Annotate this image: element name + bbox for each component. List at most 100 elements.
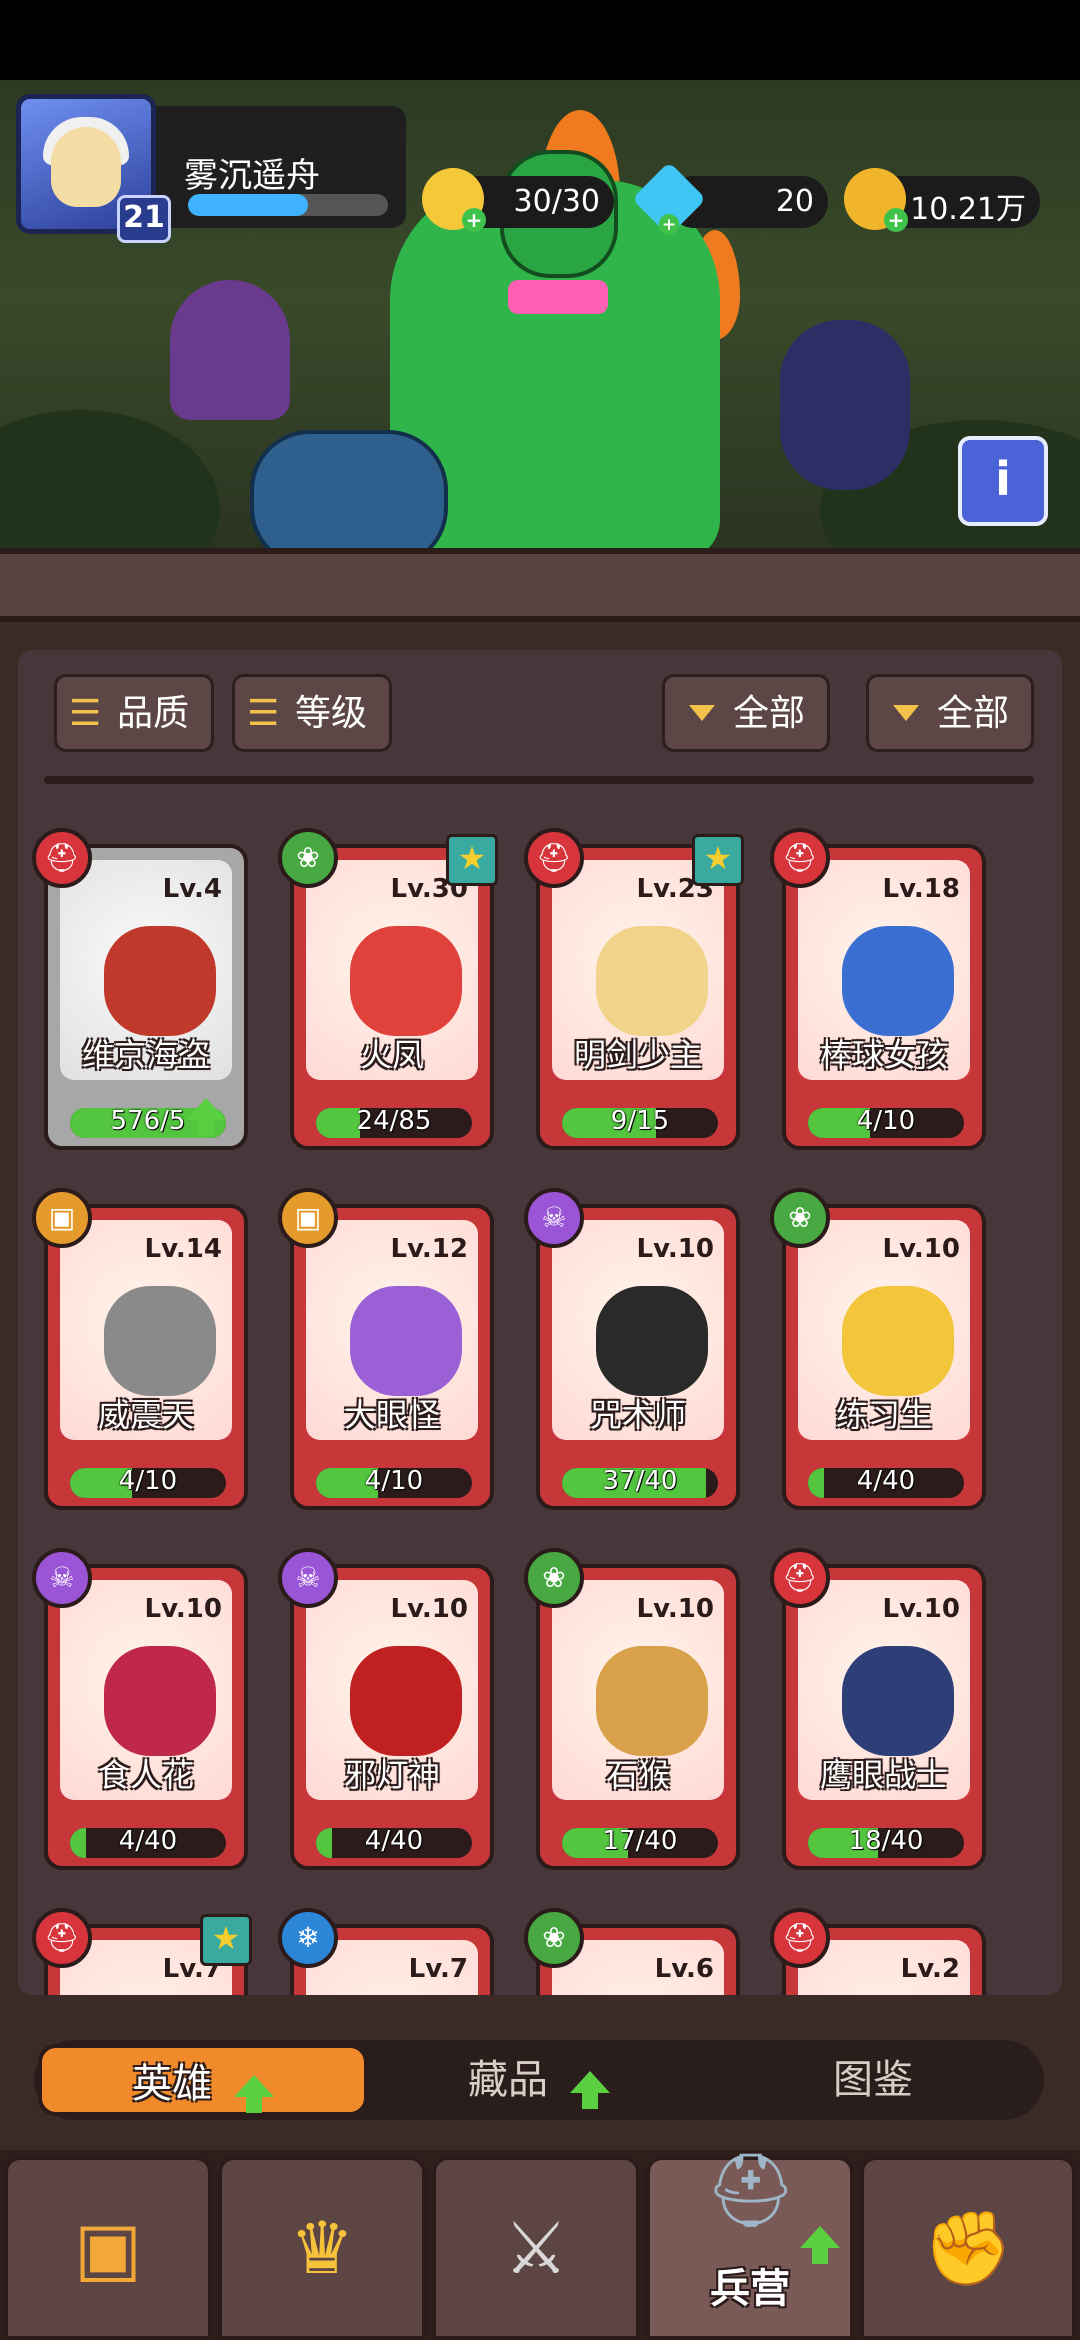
player-name: 雾沉遥舟 <box>184 156 320 196</box>
hero-name: 石猴 <box>605 1756 670 1794</box>
bush-decoration <box>0 410 220 560</box>
hero-card[interactable]: Lv.10 邪灯神 4/40 ☠ <box>278 1548 494 1870</box>
faction-helmet-icon: ⛑ <box>770 1548 830 1608</box>
player-avatar[interactable]: 21 <box>16 94 171 243</box>
gems-value: 20 <box>775 184 814 219</box>
hero-card-grid[interactable]: Lv.4 维京海盗 576/5 ⛑ Lv.30 火凤 24/85 ❀ ★ Lv.23 明剑少主 9/1… <box>18 784 1062 1995</box>
xp-bar <box>188 194 388 216</box>
hero-shard-count: 4/10 <box>118 1466 178 1496</box>
hero-level: Lv.4 <box>162 874 222 904</box>
ninja-character <box>780 320 910 490</box>
tab-heroes[interactable]: 英雄 <box>38 2044 368 2116</box>
gold-value: 10.21万 <box>910 192 1026 227</box>
nav-barracks-label: 兵营 <box>710 2266 790 2312</box>
avatar-face <box>51 127 121 207</box>
upgrade-arrow-icon <box>186 1098 226 1136</box>
hero-card[interactable]: Lv.30 火凤 24/85 ❀ ★ <box>278 828 498 1150</box>
plus-icon[interactable]: + <box>884 208 908 232</box>
plus-icon[interactable]: + <box>462 208 486 232</box>
faction-paw-icon: ❀ <box>524 1548 584 1608</box>
sort-icon: ☰ <box>69 693 102 734</box>
hero-card[interactable]: Lv.18 棒球女孩 4/10 ⛑ <box>770 828 986 1150</box>
info-button[interactable]: i <box>958 436 1048 526</box>
filter-dropdown-a[interactable]: 全部 <box>662 674 830 752</box>
energy-counter[interactable]: + 30/30 <box>422 168 614 232</box>
sort-level-button[interactable]: ☰ 等级 <box>232 674 392 752</box>
hero-name: 火凤 <box>359 1036 424 1074</box>
hero-level: Lv.10 <box>882 1594 960 1624</box>
hero-card[interactable]: Lv.14 威震天 4/10 ▣ <box>32 1188 248 1510</box>
hero-name: 练习生 <box>835 1396 932 1434</box>
hero-shard-count: 4/40 <box>118 1826 178 1856</box>
nav-guild[interactable]: ✊ <box>860 2156 1076 2340</box>
energy-value: 30/30 <box>513 184 600 219</box>
sort-quality-button[interactable]: ☰ 品质 <box>54 674 214 752</box>
hero-card[interactable]: Lv.10 石猴 17/40 ❀ <box>524 1548 740 1870</box>
info-icon: i <box>995 452 1011 506</box>
hero-level: Lv.14 <box>144 1234 222 1264</box>
hero-shard-count: 4/10 <box>856 1106 916 1136</box>
gold-counter[interactable]: + 10.21万 <box>844 168 1040 232</box>
hero-sprite <box>842 1646 954 1756</box>
treasure-chest-icon: ▣ <box>73 2206 143 2290</box>
panel-ledge <box>0 548 1080 622</box>
hero-card[interactable]: Lv.10 练习生 4/40 ❀ <box>770 1188 986 1510</box>
hero-card[interactable]: Lv.2 ⛑ <box>770 1908 986 1995</box>
hero-shard-count: 17/40 <box>602 1826 678 1856</box>
faction-skull-icon: ☠ <box>524 1188 584 1248</box>
hero-name: 维京海盗 <box>81 1036 210 1074</box>
tab-codex-label: 图鉴 <box>833 2057 913 2103</box>
faction-helmet-icon: ⛑ <box>770 828 830 888</box>
hero-name: 明剑少主 <box>573 1036 702 1074</box>
sub-tab-bar: 英雄 藏品 图鉴 <box>34 2040 1044 2120</box>
hero-level: Lv.18 <box>882 874 960 904</box>
hero-shard-count: 4/40 <box>364 1826 424 1856</box>
faction-helmet-icon: ⛑ <box>32 1908 92 1968</box>
hero-card[interactable]: Lv.23 明剑少主 9/15 ⛑ ★ <box>524 828 744 1150</box>
status-bar <box>0 0 1080 80</box>
hero-card[interactable]: Lv.10 食人花 4/40 ☠ <box>32 1548 248 1870</box>
hero-card[interactable]: Lv.7 ⛑ ★ <box>32 1908 252 1995</box>
hero-card[interactable]: Lv.12 大眼怪 4/10 ▣ <box>278 1188 494 1510</box>
faction-robot-icon: ▣ <box>32 1188 92 1248</box>
list-divider <box>44 776 1034 784</box>
sort-level-label: 等级 <box>295 693 368 734</box>
plus-icon[interactable]: + <box>658 214 680 235</box>
hero-banner: 雾沉遥舟 21 + 30/30 + 20 + 10.21万 i <box>0 80 1080 560</box>
tab-codex[interactable]: 图鉴 <box>708 2044 1038 2116</box>
hero-card[interactable]: Lv.6 ❀ <box>524 1908 740 1995</box>
hero-sprite <box>104 1646 216 1756</box>
hero-card[interactable]: Lv.10 咒术师 37/40 ☠ <box>524 1188 740 1510</box>
bottom-nav: ▣ ♛ ⚔ ⛑ 兵营 ✊ <box>0 2148 1080 2340</box>
hero-sprite <box>596 1646 708 1756</box>
filter-a-label: 全部 <box>733 693 806 734</box>
hero-card[interactable]: Lv.4 维京海盗 576/5 ⛑ <box>32 828 248 1150</box>
fist-icon: ✊ <box>923 2206 1013 2290</box>
hero-name: 威震天 <box>97 1396 194 1434</box>
player-level-badge: 21 <box>117 195 171 243</box>
nav-rank[interactable]: ♛ <box>218 2156 426 2340</box>
filter-dropdown-b[interactable]: 全部 <box>866 674 1034 752</box>
tab-collection[interactable]: 藏品 <box>374 2044 704 2116</box>
sort-quality-label: 品质 <box>117 693 190 734</box>
nav-battle[interactable]: ⚔ <box>432 2156 640 2340</box>
hero-card[interactable]: Lv.7 ❄ <box>278 1908 494 1995</box>
upgrade-arrow-icon <box>800 2226 840 2264</box>
star-icon: ★ <box>200 1914 252 1966</box>
ghost-mouse-character <box>250 430 448 560</box>
hero-card[interactable]: Lv.10 鹰眼战士 18/40 ⛑ <box>770 1548 986 1870</box>
hero-sprite <box>842 926 954 1036</box>
hero-level: Lv.10 <box>636 1594 714 1624</box>
hero-sprite <box>350 926 462 1036</box>
bow-tie <box>508 280 608 314</box>
nav-barracks[interactable]: ⛑ 兵营 <box>646 2148 854 2340</box>
hero-level: Lv.12 <box>390 1234 468 1264</box>
faction-paw-icon: ❀ <box>524 1908 584 1968</box>
nav-shop[interactable]: ▣ <box>4 2156 212 2340</box>
sort-icon: ☰ <box>247 693 280 734</box>
gems-counter[interactable]: + 20 <box>631 161 828 237</box>
player-profile[interactable]: 雾沉遥舟 21 <box>16 94 406 243</box>
hero-shard-count: 18/40 <box>848 1826 924 1856</box>
hero-shard-count: 24/85 <box>356 1106 432 1136</box>
hero-level: Lv.10 <box>882 1234 960 1264</box>
